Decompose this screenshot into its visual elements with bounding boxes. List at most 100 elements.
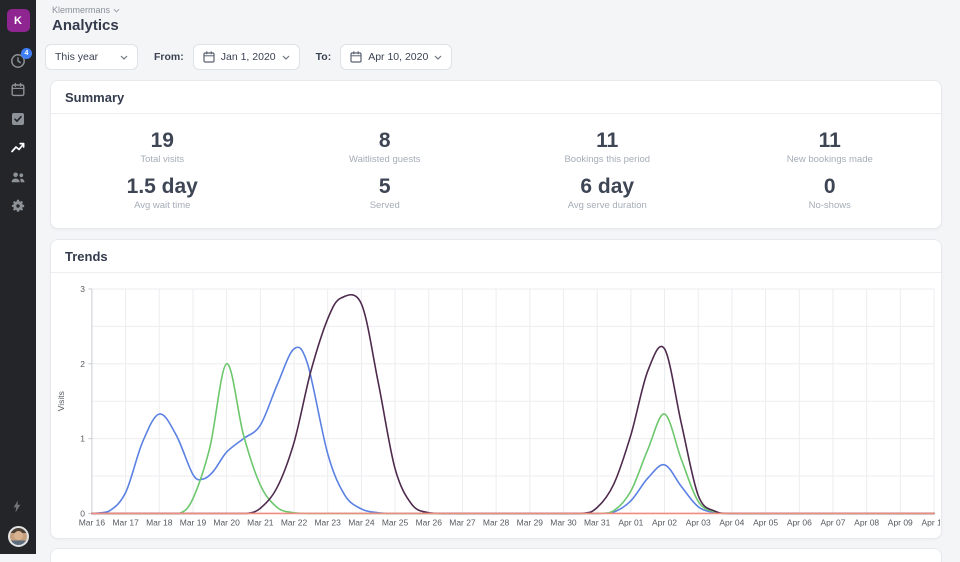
svg-text:Mar 17: Mar 17	[112, 518, 139, 528]
svg-text:Mar 20: Mar 20	[213, 518, 240, 528]
svg-text:Mar 16: Mar 16	[79, 518, 106, 528]
stat-label: New bookings made	[786, 154, 873, 166]
svg-text:Apr 06: Apr 06	[787, 518, 812, 528]
stat-label: Total visits	[140, 154, 185, 166]
stat-value: 5	[378, 175, 391, 199]
svg-text:Mar 22: Mar 22	[281, 518, 308, 528]
sidebar-item-analytics[interactable]	[10, 140, 26, 156]
stat-label: Served	[369, 200, 400, 212]
from-date-picker[interactable]: Jan 1, 2020	[192, 44, 300, 70]
svg-text:Mar 27: Mar 27	[449, 518, 476, 528]
summary-card-title: Summary	[51, 81, 941, 114]
main-content: Klemmermans Analytics This year From: Ja…	[36, 0, 960, 562]
filter-bar: This year From: Jan 1, 2020 To: Apr 10, …	[45, 44, 942, 70]
page-title: Analytics	[52, 17, 119, 34]
sidebar-item-settings[interactable]	[10, 198, 26, 214]
stat-bookings-this-period: 11 Bookings this period	[496, 129, 719, 165]
svg-text:Apr 02: Apr 02	[652, 518, 677, 528]
svg-text:Mar 28: Mar 28	[483, 518, 510, 528]
stat-label: Bookings this period	[564, 154, 651, 166]
svg-text:Apr 03: Apr 03	[686, 518, 711, 528]
stat-new-bookings-made: 11 New bookings made	[719, 129, 942, 165]
stat-label: Avg serve duration	[567, 200, 647, 212]
calendar-icon	[350, 51, 362, 63]
svg-text:Apr 05: Apr 05	[753, 518, 778, 528]
calendar-icon	[203, 51, 215, 63]
svg-text:Mar 30: Mar 30	[550, 518, 577, 528]
summary-stats-grid: 19 Total visits 8 Waitlisted guests 11 B…	[51, 114, 941, 228]
trends-card: Trends 0 1 2 3 Mar 16 Mar 17 Mar 18 Mar 19 Mar 2…	[50, 239, 942, 539]
stat-avg-serve-duration: 6 day Avg serve duration	[496, 175, 719, 211]
svg-text:1: 1	[80, 434, 85, 444]
stat-value: 19	[150, 129, 174, 152]
svg-text:Mar 29: Mar 29	[517, 518, 544, 528]
from-label: From:	[154, 51, 184, 63]
svg-text:Apr 01: Apr 01	[618, 518, 643, 528]
svg-text:Mar 24: Mar 24	[348, 518, 375, 528]
stat-label: No-shows	[808, 200, 851, 212]
svg-text:Mar 26: Mar 26	[416, 518, 443, 528]
stat-no-shows: 0 No-shows	[719, 175, 942, 211]
sidebar-bottom	[7, 499, 29, 554]
svg-text:3: 3	[80, 284, 85, 294]
svg-text:Mar 25: Mar 25	[382, 518, 409, 528]
sidebar-item-tasks[interactable]	[10, 111, 26, 127]
check-square-icon	[12, 113, 24, 125]
stat-avg-wait-time: 1.5 day Avg wait time	[51, 175, 274, 211]
svg-text:Apr 09: Apr 09	[888, 518, 913, 528]
trends-card-title: Trends	[51, 240, 941, 274]
sidebar-item-guests[interactable]	[10, 169, 26, 185]
stat-label: Avg wait time	[134, 200, 191, 212]
stat-value: 8	[378, 129, 391, 152]
trends-chart-area: 0 1 2 3 Mar 16 Mar 17 Mar 18 Mar 19 Mar 20 Mar 21…	[51, 273, 941, 537]
stat-value: 11	[596, 129, 619, 152]
svg-text:2: 2	[80, 359, 85, 369]
to-label: To:	[315, 51, 332, 63]
range-select-value: This year	[55, 51, 99, 63]
svg-text:Mar 18: Mar 18	[146, 518, 173, 528]
breadcrumb[interactable]: Klemmermans	[52, 5, 942, 15]
svg-text:Mar 19: Mar 19	[180, 518, 207, 528]
chevron-down-icon	[113, 8, 120, 13]
chevron-down-icon	[120, 55, 128, 60]
chevron-down-icon	[282, 55, 290, 60]
notification-badge: 4	[21, 48, 32, 59]
users-icon	[11, 172, 25, 183]
range-select[interactable]: This year	[45, 44, 138, 70]
stat-value: 0	[823, 175, 836, 199]
app-logo[interactable]: K	[6, 9, 30, 32]
sidebar-item-calendar[interactable]	[10, 82, 26, 98]
breadcrumb-label: Klemmermans	[52, 5, 111, 15]
from-date-value: Jan 1, 2020	[220, 51, 276, 63]
sidebar-nav: 4	[10, 48, 32, 214]
to-date-value: Apr 10, 2020	[368, 51, 429, 63]
sidebar-item-integrations[interactable]	[10, 499, 26, 515]
trends-line-chart: 0123Mar 16 Mar 17 Mar 18 Mar 19 Mar 20 Mar 21…	[56, 284, 940, 528]
stat-total-visits: 19 Total visits	[51, 129, 274, 165]
sidebar: K 4	[0, 0, 36, 554]
trend-icon	[11, 142, 25, 153]
chevron-down-icon	[434, 55, 442, 60]
svg-text:Mar 23: Mar 23	[314, 518, 341, 528]
svg-text:Apr 08: Apr 08	[854, 518, 879, 528]
stat-waitlisted-guests: 8 Waitlisted guests	[274, 129, 497, 165]
user-avatar[interactable]	[7, 526, 29, 547]
sidebar-item-waitlist[interactable]: 4	[10, 48, 32, 69]
gear-icon	[11, 199, 25, 212]
summary-card: Summary 19 Total visits 8 Waitlisted gue…	[50, 80, 942, 230]
stat-label: Waitlisted guests	[349, 154, 421, 166]
svg-text:Apr 07: Apr 07	[820, 518, 845, 528]
svg-text:Mar 21: Mar 21	[247, 518, 274, 528]
bolt-icon	[13, 500, 21, 513]
svg-text:Visits: Visits	[56, 391, 66, 411]
stat-value: 11	[818, 129, 841, 152]
svg-text:Mar 31: Mar 31	[584, 518, 611, 528]
to-date-picker[interactable]: Apr 10, 2020	[340, 44, 453, 70]
next-card-edge	[50, 547, 942, 562]
stat-value: 6 day	[580, 175, 635, 199]
app-logo-letter: K	[14, 14, 22, 27]
stat-served: 5 Served	[274, 175, 497, 211]
svg-text:Apr 10: Apr 10	[922, 518, 940, 528]
stat-value: 1.5 day	[126, 175, 198, 199]
calendar-icon	[11, 82, 25, 97]
